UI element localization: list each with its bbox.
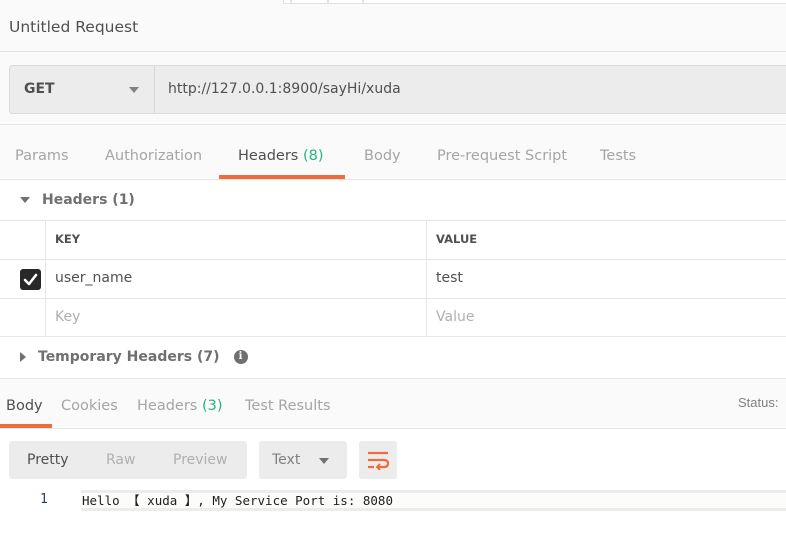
- response-tab-cookies[interactable]: Cookies: [61, 398, 118, 414]
- key-column-header: KEY: [46, 221, 427, 259]
- url-bar: GET http://127.0.0.1:8900/sayHi/xuda: [0, 53, 786, 125]
- section-count: (7): [196, 349, 220, 365]
- row-enabled-checkbox[interactable]: [20, 269, 41, 290]
- method-select[interactable]: GET: [9, 65, 155, 114]
- tab-label: Headers: [238, 148, 299, 164]
- tab-label: Body: [6, 398, 43, 414]
- temporary-headers-toggle[interactable]: Temporary Headers (7) i: [20, 349, 248, 365]
- tab-label: Tests: [600, 148, 637, 164]
- response-tabs: Body Cookies Headers (3) Test Results St…: [0, 378, 786, 429]
- view-raw-button[interactable]: Raw: [106, 452, 135, 468]
- headers-panel: Headers (1) KEY VALUE user_name test Key…: [0, 181, 786, 378]
- checkbox-cell: [0, 260, 46, 298]
- checkbox-cell: [0, 299, 46, 336]
- section-count: (1): [112, 192, 135, 208]
- view-mode-toggle: Pretty Raw Preview: [9, 441, 247, 479]
- request-tabs: Params Authorization Headers (8) Body Pr…: [0, 126, 786, 180]
- tab-count-badge: (8): [302, 148, 324, 164]
- checkmark-icon: [23, 273, 38, 286]
- caret-right-icon: [20, 352, 26, 362]
- wrap-lines-button[interactable]: [359, 441, 397, 479]
- caret-down-icon: [20, 197, 30, 203]
- new-key-input[interactable]: Key: [46, 299, 427, 336]
- response-tab-headers[interactable]: Headers (3): [137, 398, 223, 414]
- response-tab-test-results[interactable]: Test Results: [245, 398, 331, 414]
- response-tab-body[interactable]: Body: [6, 398, 43, 414]
- chevron-down-icon: [129, 87, 139, 93]
- tab-authorization[interactable]: Authorization: [105, 148, 202, 164]
- headers-section-toggle[interactable]: Headers (1): [20, 192, 135, 208]
- value-column-header: VALUE: [436, 232, 478, 246]
- request-title[interactable]: Untitled Request: [9, 18, 138, 36]
- table-row-new: Key Value: [0, 298, 786, 337]
- line-content[interactable]: Hello 【 xuda 】, My Service Port is: 8080: [81, 490, 786, 511]
- url-input[interactable]: http://127.0.0.1:8900/sayHi/xuda: [154, 65, 786, 114]
- wrap-lines-icon: [368, 451, 389, 470]
- header-key-input[interactable]: user_name: [46, 260, 427, 298]
- tab-label: Params: [15, 148, 69, 164]
- table-row: user_name test: [0, 259, 786, 298]
- tab-body[interactable]: Body: [364, 148, 401, 164]
- tab-label: Test Results: [245, 398, 331, 414]
- tab-label: Pre-request Script: [437, 148, 568, 164]
- view-pretty-button[interactable]: Pretty: [27, 452, 69, 468]
- line-number: 1: [40, 492, 48, 507]
- table-header-row: KEY VALUE: [0, 220, 786, 259]
- section-label: Temporary Headers: [38, 349, 193, 365]
- header-value-input[interactable]: test: [427, 260, 786, 298]
- request-title-bar: Untitled Request: [0, 4, 786, 52]
- view-preview-button[interactable]: Preview: [173, 452, 228, 468]
- response-code-line: 1 Hello 【 xuda 】, My Service Port is: 80…: [0, 490, 786, 511]
- tab-label: Body: [364, 148, 401, 164]
- section-label: Headers: [42, 192, 108, 208]
- headers-table: KEY VALUE user_name test Key Value: [0, 220, 786, 337]
- tab-pre-request-script[interactable]: Pre-request Script: [437, 148, 567, 164]
- status-label: Status:: [738, 395, 779, 410]
- tab-tests[interactable]: Tests: [600, 148, 636, 164]
- new-value-input[interactable]: Value: [427, 299, 786, 336]
- chevron-down-icon: [319, 458, 329, 464]
- tab-headers[interactable]: Headers (8): [238, 148, 324, 164]
- active-tab-indicator: [219, 175, 345, 179]
- active-tab-indicator: [0, 424, 52, 428]
- response-body-panel: Pretty Raw Preview Text 1 Hello 【 xuda 】…: [0, 429, 786, 535]
- tab-params[interactable]: Params: [15, 148, 69, 164]
- tab-count-badge: (3): [201, 398, 223, 414]
- format-select[interactable]: Text: [259, 441, 347, 479]
- method-label: GET: [24, 81, 55, 97]
- tab-label: Authorization: [105, 148, 203, 164]
- info-icon[interactable]: i: [233, 350, 248, 364]
- tab-label: Cookies: [61, 398, 118, 414]
- checkbox-column-header: [0, 221, 46, 259]
- format-label: Text: [272, 452, 301, 468]
- tab-label: Headers: [137, 398, 198, 414]
